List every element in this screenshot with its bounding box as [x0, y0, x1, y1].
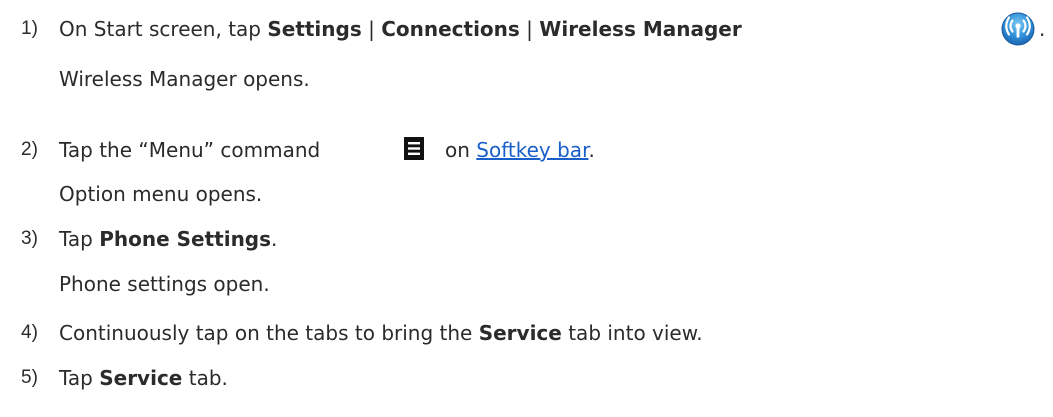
softkey-bar-link[interactable]: Softkey bar [476, 138, 588, 162]
step-1-result: Wireless Manager opens. [59, 67, 310, 91]
step-1-period: . [1039, 17, 1046, 41]
wireless-manager-icon [1001, 12, 1035, 46]
separator: | [519, 17, 540, 41]
step-number: 4) [21, 322, 38, 343]
step-2-result: Option menu opens. [59, 182, 263, 206]
step-5-tail: tab. [182, 366, 228, 390]
service-label: Service [99, 366, 183, 390]
step-number: 1) [21, 18, 38, 39]
step-4-tail: tab into view. [561, 321, 703, 345]
separator: | [361, 17, 382, 41]
step-3-result: Phone settings open. [59, 272, 270, 296]
step-3-period: . [271, 227, 278, 251]
step-text: Continuously tap on the tabs to bring th… [59, 320, 703, 346]
step-4-text: Continuously tap on the tabs to bring th… [59, 321, 479, 345]
settings-label: Settings [267, 17, 362, 41]
step-text: Tap the “Menu” command [59, 138, 321, 162]
step-3: 3) Tap Phone Settings. [0, 226, 1053, 252]
step-2-tail: on Softkey bar. [445, 137, 595, 163]
step-2-period: . [588, 138, 595, 162]
step-text: On Start screen, tap Settings | Connecti… [59, 16, 742, 42]
wireless-manager-label: Wireless Manager [539, 17, 742, 41]
step-number: 5) [21, 367, 38, 388]
step-2-on-text: on [445, 138, 477, 162]
step-number: 3) [21, 228, 38, 249]
step-3-text: Tap [59, 227, 100, 251]
phone-settings-label: Phone Settings [99, 227, 272, 251]
service-label: Service [478, 321, 562, 345]
step-1-text: On Start screen, tap [59, 17, 268, 41]
step-text: Tap Service tab. [59, 365, 228, 391]
step-5: 5) Tap Service tab. [0, 365, 1053, 391]
step-4: 4) Continuously tap on the tabs to bring… [0, 320, 1053, 346]
step-text: Tap Phone Settings. [59, 226, 277, 252]
connections-label: Connections [381, 17, 520, 41]
menu-icon [404, 137, 424, 160]
step-number: 2) [21, 139, 38, 160]
step-1: 1) On Start screen, tap Settings | Conne… [0, 16, 1053, 42]
instruction-document: 1) On Start screen, tap Settings | Conne… [0, 0, 1053, 417]
step-5-text: Tap [59, 366, 100, 390]
